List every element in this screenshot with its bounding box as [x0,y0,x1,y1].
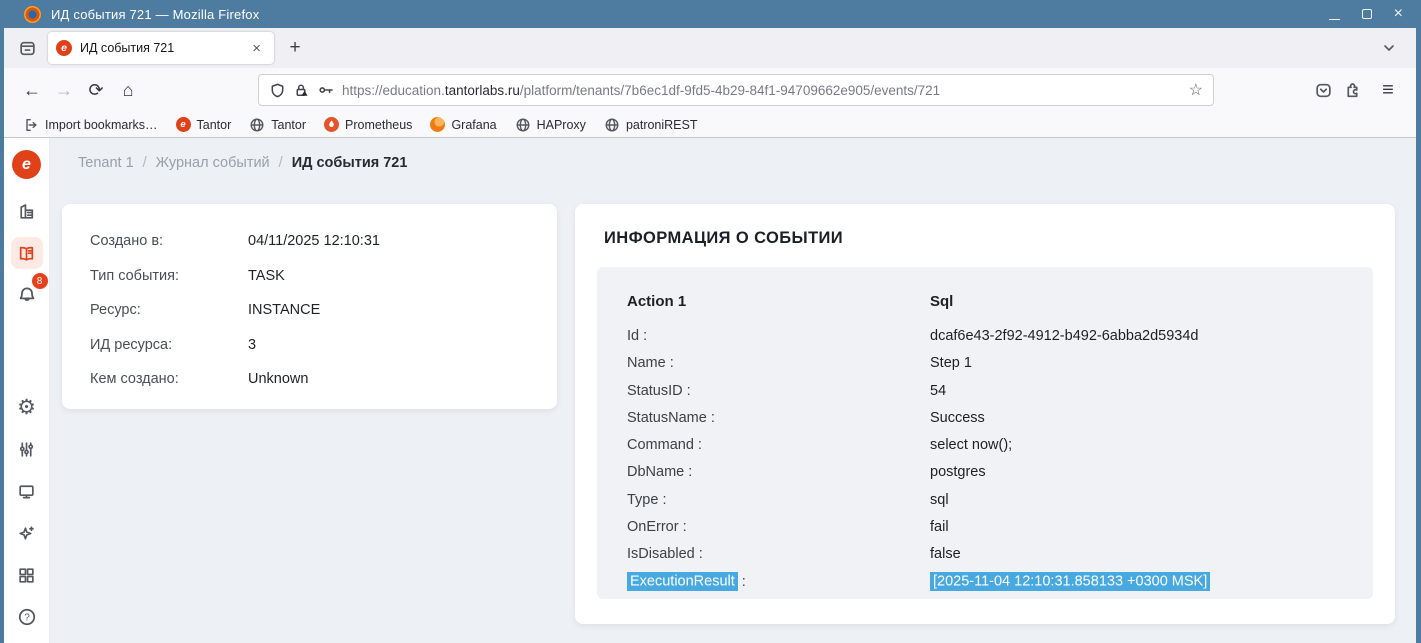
tab-title: ИД события 721 [80,41,247,55]
main-content: Tenant 1 / Журнал событий / ИД события 7… [50,138,1416,643]
globe-icon [515,117,531,133]
close-button[interactable]: × [1394,9,1403,19]
action-row: StatusName :Success [627,404,1343,431]
action-row: Id :dcaf6e43-2f92-4912-b492-6abba2d5934d [627,322,1343,349]
gear-icon: ⚙ [17,397,36,418]
back-button[interactable]: ← [16,74,48,106]
new-tab-button[interactable]: + [280,33,310,63]
sidebar-item-event-journal[interactable] [11,237,43,269]
extensions-puzzle-icon[interactable] [1343,81,1362,100]
help-icon: ? [17,607,37,627]
breadcrumb: Tenant 1 / Журнал событий / ИД события 7… [78,155,407,171]
breadcrumb-tenant[interactable]: Tenant 1 [78,155,134,171]
bookmark-patronirest[interactable]: patroniREST [597,115,705,135]
import-icon [23,117,39,133]
info-card-title: ИНФОРМАЦИЯ О СОБЫТИИ [604,229,843,248]
action-row: DbName :postgres [627,459,1343,486]
monitor-icon [17,482,36,501]
sidebar-item-parameters[interactable] [11,433,43,465]
action-row-selected: ExecutionResult :[2025-11-04 12:10:31.85… [627,568,1343,595]
chevron-down-icon [1380,39,1398,57]
sidebar-item-tenants[interactable] [11,195,43,227]
sliders-icon [17,440,36,459]
bookmark-tantor-1[interactable]: e Tantor [169,115,239,134]
sidebar-item-settings[interactable]: ⚙ [11,391,43,423]
home-button[interactable]: ⌂ [112,74,144,106]
svg-text:?: ? [24,613,30,624]
key-icon[interactable] [317,81,335,99]
firefox-icon [24,6,41,23]
selected-text: ExecutionResult [627,572,738,591]
pocket-icon[interactable] [1314,81,1333,100]
event-info-card: ИНФОРМАЦИЯ О СОБЫТИИ Action 1 Sql Id :dc… [575,204,1395,624]
notification-badge: 8 [32,273,48,289]
firefox-view-icon [18,39,37,58]
lock-warning-icon[interactable] [293,82,310,99]
window-titlebar[interactable]: ИД события 721 — Mozilla Firefox × [0,0,1421,28]
bookmark-grafana[interactable]: Grafana [423,115,503,134]
tab-strip: e ИД события 721 × + [4,28,1416,68]
globe-icon [604,117,620,133]
navigation-toolbar: ← → ⟳ ⌂ https://education.tantorlabs.ru/… [4,68,1416,112]
browser-chrome: e ИД события 721 × + ← → ⟳ ⌂ h [4,28,1416,643]
bookmark-tantor-2[interactable]: Tantor [242,115,313,135]
address-bar[interactable]: https://education.tantorlabs.ru/platform… [258,74,1214,106]
reload-button[interactable]: ⟳ [80,74,112,106]
maximize-button[interactable] [1362,9,1372,19]
event-row: Тип события:TASK [90,266,529,287]
minimize-button[interactable] [1329,9,1340,20]
prometheus-icon [324,117,339,132]
event-row: Ресурс:INSTANCE [90,300,529,321]
bookmark-import[interactable]: Import bookmarks… [16,115,165,135]
event-summary-card: Создано в:04/11/2025 12:10:31 Тип событи… [62,204,557,409]
sparkles-icon [17,524,36,543]
action-row: Type :sql [627,486,1343,513]
breadcrumb-journal[interactable]: Журнал событий [156,155,270,171]
sidebar-item-help[interactable]: ? [11,601,43,633]
grid-icon [17,566,36,585]
action-header-row: Action 1 Sql [627,288,1343,315]
action-row: OnError :fail [627,513,1343,540]
bookmark-prometheus[interactable]: Prometheus [317,115,419,134]
tantor-favicon-icon: e [56,40,72,56]
app-sidebar: e 8 ⚙ [4,138,50,643]
tab-event[interactable]: e ИД события 721 × [48,32,274,64]
action-row: IsDisabled :false [627,541,1343,568]
journal-book-icon [17,244,36,263]
sidebar-item-notifications[interactable]: 8 [11,279,43,311]
action-row: Command :select now(); [627,431,1343,458]
sidebar-item-modules[interactable] [11,559,43,591]
action-row: StatusID :54 [627,377,1343,404]
forward-button[interactable]: → [48,74,80,106]
bookmark-star-icon[interactable]: ☆ [1189,80,1203,100]
event-row: Кем создано:Unknown [90,369,529,390]
tantor-icon: e [176,117,191,132]
selected-text: [2025-11-04 12:10:31.858133 +0300 MSK] [930,572,1210,591]
globe-icon [249,117,265,133]
menu-hamburger-icon[interactable]: ≡ [1372,74,1404,106]
tantor-logo-icon[interactable]: e [12,150,41,179]
breadcrumb-current: ИД события 721 [292,155,408,171]
grafana-icon [430,117,445,132]
sidebar-item-console[interactable] [11,475,43,507]
building-icon [17,202,36,221]
sidebar-item-assistant[interactable] [11,517,43,549]
bookmark-haproxy[interactable]: HAProxy [508,115,593,135]
firefox-view-button[interactable] [12,33,42,63]
bell-icon [17,285,37,305]
bookmarks-toolbar: Import bookmarks… e Tantor Tantor Promet… [4,112,1416,138]
url-text: https://education.tantorlabs.ru/platform… [342,83,1182,98]
list-tabs-button[interactable] [1374,33,1404,63]
action-details-box: Action 1 Sql Id :dcaf6e43-2f92-4912-b492… [597,267,1373,599]
event-row: Создано в:04/11/2025 12:10:31 [90,231,529,252]
tab-close-button[interactable]: × [247,38,266,59]
shield-icon[interactable] [269,82,286,99]
action-row: Name :Step 1 [627,350,1343,377]
event-row: ИД ресурса:3 [90,335,529,356]
window-title: ИД события 721 — Mozilla Firefox [51,7,1329,22]
